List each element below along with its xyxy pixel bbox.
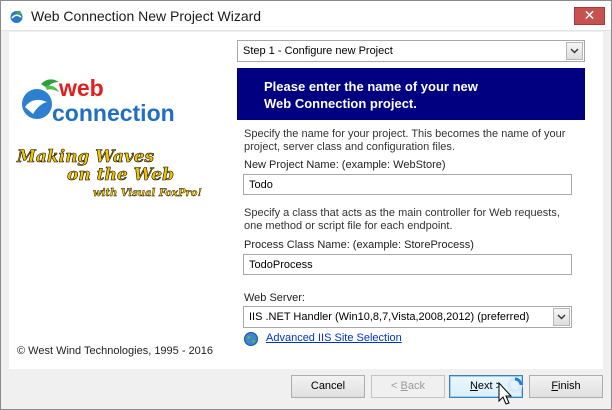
web-server-value: IIS .NET Handler (Win10,8,7,Vista,2008,2… <box>249 311 530 323</box>
project-name-description: Specify the name for your project. This … <box>244 128 584 154</box>
web-server-dropdown-button[interactable] <box>553 308 570 326</box>
process-class-label: Process Class Name: (example: StoreProce… <box>244 239 474 251</box>
wizard-body: web connection Making Waves on the Web w… <box>9 32 603 369</box>
process-class-description-line-2: one method or script file for each endpo… <box>244 220 453 232</box>
cancel-button[interactable]: Cancel <box>291 375 365 398</box>
web-server-label: Web Server: <box>244 292 305 304</box>
chevron-down-icon <box>557 314 566 320</box>
banner-line-1: Please enter the name of your new <box>264 79 478 94</box>
back-button-key: B <box>400 380 408 392</box>
cancel-button-label: Cancel <box>310 380 346 392</box>
wizard-window: Web Connection New Project Wizard ✕ web … <box>0 0 612 410</box>
tagline-graphic: Making Waves on the Web with Visual FoxP… <box>16 147 202 200</box>
step-select-dropdown-button[interactable] <box>566 42 583 60</box>
project-name-label: New Project Name: (example: WebStore) <box>244 159 446 171</box>
back-button[interactable]: < Back <box>371 375 445 398</box>
next-button-key: N <box>469 380 478 392</box>
web-connection-logo: web connection <box>22 75 175 126</box>
process-class-description-line-1: Specify a class that acts as the main co… <box>244 207 560 219</box>
process-class-value: TodoProcess <box>249 259 313 271</box>
project-name-description-line-2: project, server class and configuration … <box>244 141 455 153</box>
tagline-line-2: on the Web <box>67 165 174 185</box>
project-name-input[interactable]: Todo <box>243 174 572 195</box>
advanced-iis-site-link-label: Advanced IIS Site Selection <box>266 332 402 344</box>
back-button-arrow: < <box>391 380 401 392</box>
process-class-input[interactable]: TodoProcess <box>243 254 572 275</box>
back-button-rest: ack <box>407 380 425 392</box>
step-select-value: Step 1 - Configure new Project <box>243 45 393 57</box>
tagline-line-1: Making Waves <box>16 147 155 167</box>
project-name-description-line-1: Specify the name for your project. This … <box>244 128 566 140</box>
globe-icon <box>244 332 258 346</box>
close-button[interactable]: ✕ <box>574 7 605 25</box>
finish-button[interactable]: Finish <box>529 375 603 398</box>
app-icon <box>10 10 23 23</box>
copyright-text: © West Wind Technologies, 1995 - 2016 <box>17 345 214 357</box>
window-title: Web Connection New Project Wizard <box>31 8 262 24</box>
instruction-banner: Please enter the name of your new Web Co… <box>237 68 585 120</box>
process-class-description: Specify a class that acts as the main co… <box>244 207 584 233</box>
finish-button-rest: inish <box>558 380 581 392</box>
banner-line-2: Web Connection project. <box>264 96 417 111</box>
busy-cursor-icon <box>498 377 523 405</box>
logo-web-text: web <box>58 75 104 101</box>
project-name-value: Todo <box>249 179 273 191</box>
web-server-select[interactable]: IIS .NET Handler (Win10,8,7,Vista,2008,2… <box>243 306 572 328</box>
close-icon: ✕ <box>583 7 596 23</box>
tagline-line-3: with Visual FoxPro! <box>93 188 202 199</box>
chevron-down-icon <box>570 48 579 54</box>
title-bar[interactable]: Web Connection New Project Wizard ✕ <box>1 1 611 31</box>
logo-connection-text: connection <box>52 100 175 126</box>
step-select[interactable]: Step 1 - Configure new Project <box>237 40 585 62</box>
